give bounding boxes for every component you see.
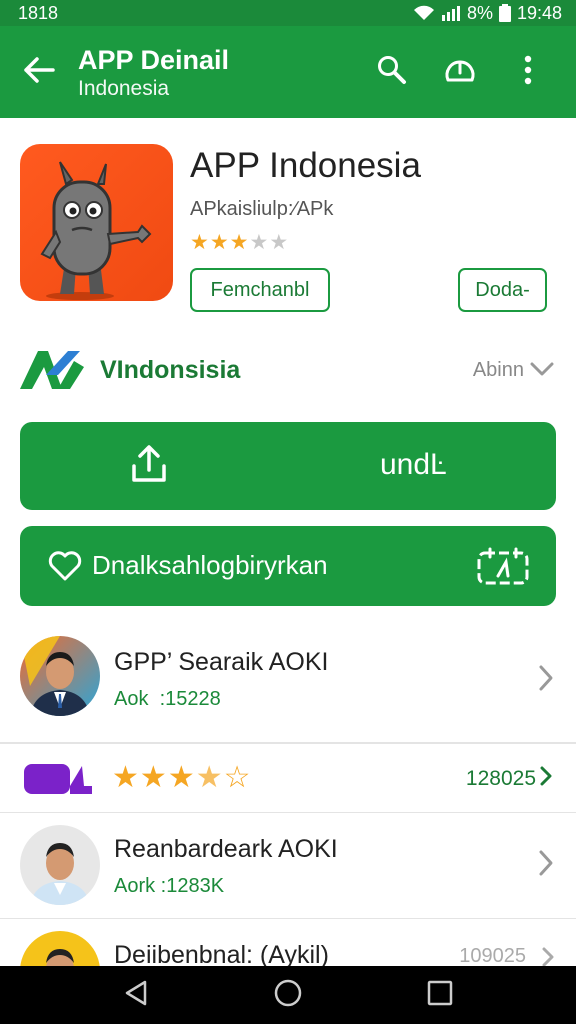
circle-home-icon bbox=[273, 978, 303, 1013]
app-bar-titles: APP Deinail Indonesia bbox=[78, 42, 358, 102]
heart-icon bbox=[48, 550, 82, 587]
avatar bbox=[20, 825, 100, 905]
install-button[interactable]: undĿ bbox=[20, 422, 556, 510]
download-outline-button[interactable]: Doda- bbox=[458, 268, 547, 312]
page-title: APP Deinail bbox=[78, 45, 230, 75]
chevron-down-icon bbox=[530, 359, 554, 382]
developer-row[interactable]: VIndonsisia Abinn bbox=[18, 340, 558, 400]
app-name: APP Indonesia bbox=[190, 146, 421, 185]
avatar bbox=[20, 636, 100, 716]
star-empty-icon: ★ bbox=[249, 231, 270, 254]
status-bar: 1818 8% 19:48 bbox=[0, 0, 576, 26]
list-item-title: GPP’ Searaik AOKI bbox=[114, 648, 329, 676]
star-icon: ★ bbox=[229, 231, 250, 254]
calendar-icon bbox=[476, 546, 530, 591]
clock: 19:48 bbox=[516, 2, 562, 23]
star-icon: ★ bbox=[139, 761, 168, 794]
list-item-count: 109025 bbox=[459, 945, 526, 966]
install-button-label: undĿ bbox=[380, 448, 447, 481]
star-empty-icon: ☆ bbox=[223, 761, 252, 794]
system-nav-bar bbox=[0, 966, 576, 1024]
rating-stars: ★★★★☆ bbox=[112, 760, 252, 795]
back-arrow-icon bbox=[23, 56, 55, 89]
developer-name: VIndonsisia bbox=[100, 355, 241, 384]
more-vert-icon bbox=[524, 55, 532, 90]
back-button[interactable] bbox=[0, 26, 78, 118]
page-subtitle: Indonesia bbox=[78, 77, 170, 100]
nav-back-button[interactable] bbox=[106, 966, 166, 1024]
star-icon: ★ bbox=[112, 761, 140, 794]
rating-count[interactable]: 128025 bbox=[466, 766, 552, 792]
battery-icon bbox=[498, 4, 511, 22]
developer-more[interactable]: Abinn bbox=[473, 359, 558, 382]
list-item[interactable]: GPP’ Searaik AOKI Aok :15228 bbox=[0, 620, 576, 736]
square-recents-icon bbox=[426, 979, 454, 1012]
app-bar-actions bbox=[358, 42, 576, 102]
search-icon bbox=[376, 54, 408, 91]
triangle-back-icon bbox=[123, 979, 149, 1012]
star-icon: ★ bbox=[209, 231, 230, 254]
app-icon bbox=[20, 144, 173, 301]
nav-recents-button[interactable] bbox=[410, 966, 470, 1024]
list-item-meta: Aork :1283K bbox=[114, 875, 225, 897]
chevron-right-icon bbox=[538, 664, 554, 697]
more-options-button[interactable] bbox=[494, 42, 562, 102]
star-icon: ★ bbox=[190, 231, 210, 254]
secondary-action-button[interactable]: Femchanbl bbox=[190, 268, 330, 312]
app-rating: ★★★★★ bbox=[190, 230, 289, 255]
avatar bbox=[20, 931, 100, 966]
star-icon: ★ bbox=[167, 761, 196, 794]
rating-row[interactable]: ★★★★☆ 128025 bbox=[0, 742, 576, 812]
list-item-title: Reanbardeark AOKI bbox=[114, 835, 338, 863]
speedometer-icon bbox=[443, 54, 477, 91]
star-half-icon: ★ bbox=[195, 761, 224, 794]
chevron-right-icon bbox=[538, 849, 554, 882]
list-item-meta: Aok :15228 bbox=[114, 688, 221, 710]
star-empty-icon: ★ bbox=[269, 231, 290, 254]
status-indicators: 8% 19:48 bbox=[413, 3, 562, 24]
rating-badge bbox=[24, 762, 92, 796]
battery-percent: 8% bbox=[466, 2, 493, 23]
speed-button[interactable] bbox=[426, 42, 494, 102]
chevron-right-icon bbox=[542, 947, 554, 966]
search-button[interactable] bbox=[358, 42, 426, 102]
chevron-right-icon bbox=[540, 766, 552, 792]
app-bar: APP Deinail Indonesia bbox=[0, 26, 576, 118]
app-header: APP Indonesia APkaisliulp:∕APk ★★★★★ Fem… bbox=[20, 144, 556, 319]
list-item-title: Deiibenbnal: (Aykil) bbox=[114, 941, 329, 966]
developer-more-label: Abinn bbox=[472, 358, 524, 381]
share-upload-icon bbox=[130, 444, 168, 489]
status-left-text: 1818 bbox=[18, 2, 59, 23]
signal-icon bbox=[441, 5, 461, 21]
list-item[interactable]: Deiibenbnal: (Aykil) 109025 bbox=[0, 918, 576, 966]
nav-home-button[interactable] bbox=[258, 966, 318, 1024]
list-item[interactable]: Reanbardeark AOKI Aork :1283K bbox=[0, 812, 576, 916]
wishlist-button[interactable]: Dnalksahlogbiryrkan bbox=[20, 526, 556, 606]
app-package: APkaisliulp:∕APk bbox=[190, 198, 334, 220]
wifi-icon bbox=[413, 5, 435, 21]
developer-logo bbox=[18, 345, 88, 395]
wishlist-button-label: Dnalksahlogbiryrkan bbox=[92, 550, 328, 580]
rating-count-value: 128025 bbox=[465, 767, 536, 790]
